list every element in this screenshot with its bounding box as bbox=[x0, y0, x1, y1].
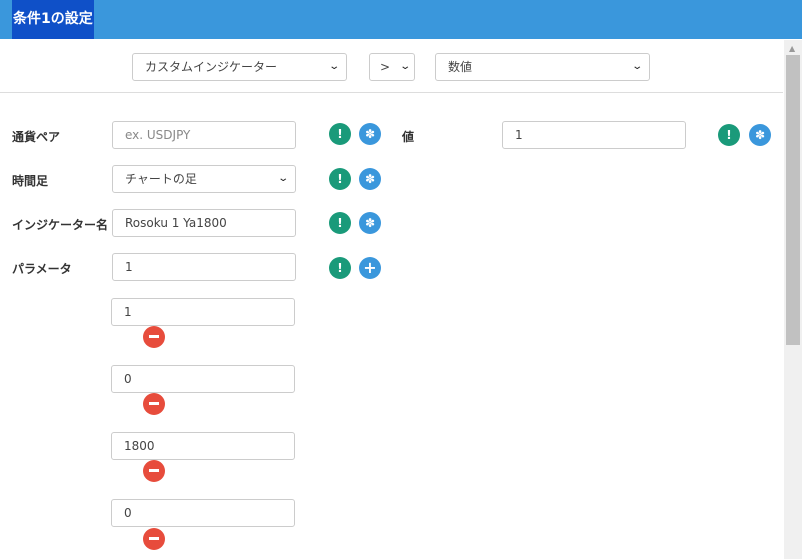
chevron-down-icon: ⌄ bbox=[327, 61, 340, 72]
indicator-input[interactable]: Rosoku 1 Ya1800 bbox=[112, 209, 296, 237]
pair-input[interactable]: ex. USDJPY bbox=[112, 121, 296, 149]
gear-icon[interactable]: ✽ bbox=[359, 212, 381, 234]
value-label: 値 bbox=[402, 130, 415, 144]
chevron-down-icon: ⌄ bbox=[630, 61, 643, 72]
operator-select[interactable]: > ⌄ bbox=[369, 53, 415, 81]
chevron-down-icon: ⌄ bbox=[276, 173, 289, 184]
operator-select-value: > bbox=[380, 60, 391, 74]
gear-icon[interactable]: ✽ bbox=[359, 168, 381, 190]
type-select[interactable]: カスタムインジケーター ⌄ bbox=[132, 53, 347, 81]
dialog-title: 条件1の設定 bbox=[12, 0, 94, 39]
param-input[interactable]: 1 bbox=[112, 253, 296, 281]
indicator-label: インジケーター名 bbox=[12, 218, 109, 232]
info-icon[interactable]: ! bbox=[329, 257, 351, 279]
pair-label: 通貨ペア bbox=[12, 130, 61, 144]
gear-icon[interactable]: ✽ bbox=[359, 123, 381, 145]
minus-icon[interactable] bbox=[143, 326, 165, 348]
gear-icon[interactable]: ✽ bbox=[749, 124, 771, 146]
timeframe-label: 時間足 bbox=[12, 174, 49, 188]
chevron-down-icon: ⌄ bbox=[398, 61, 411, 72]
compare-select[interactable]: 数値 ⌄ bbox=[435, 53, 650, 81]
scrollbar-thumb[interactable] bbox=[786, 55, 800, 345]
param-input[interactable]: 0 bbox=[111, 499, 295, 527]
timeframe-select[interactable]: チャートの足 ⌄ bbox=[112, 165, 296, 193]
dialog-header: 条件1の設定 bbox=[0, 0, 802, 39]
scroll-up-icon[interactable]: ▲ bbox=[789, 44, 795, 53]
param-input[interactable]: 1800 bbox=[111, 432, 295, 460]
minus-icon[interactable] bbox=[143, 393, 165, 415]
param-input[interactable]: 0 bbox=[111, 365, 295, 393]
info-icon[interactable]: ! bbox=[329, 212, 351, 234]
divider bbox=[0, 92, 783, 93]
info-icon[interactable]: ! bbox=[329, 168, 351, 190]
scrollbar[interactable]: ▲ bbox=[784, 40, 802, 559]
type-select-value: カスタムインジケーター bbox=[145, 60, 278, 74]
minus-icon[interactable] bbox=[143, 528, 165, 550]
info-icon[interactable]: ! bbox=[718, 124, 740, 146]
timeframe-value: チャートの足 bbox=[125, 172, 197, 186]
plus-icon[interactable]: + bbox=[359, 257, 381, 279]
compare-select-value: 数値 bbox=[448, 60, 473, 74]
minus-icon[interactable] bbox=[143, 460, 165, 482]
info-icon[interactable]: ! bbox=[329, 123, 351, 145]
value-input[interactable]: 1 bbox=[502, 121, 686, 149]
param-input[interactable]: 1 bbox=[111, 298, 295, 326]
params-label: パラメータ bbox=[12, 262, 72, 276]
